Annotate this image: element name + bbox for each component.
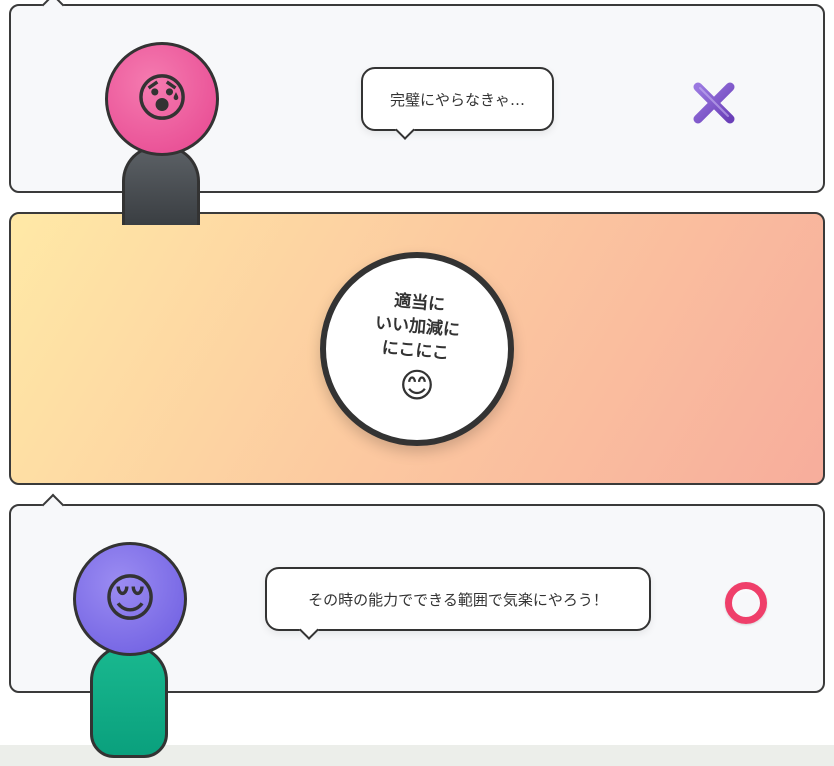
worried-face-avatar: 😰	[105, 42, 219, 156]
panel-notch	[41, 493, 65, 517]
relieved-face-avatar: 😌	[73, 542, 187, 656]
speech-text-top: 完璧にやらなきゃ…	[389, 90, 525, 109]
message-circle: 適当に いい加減に にこにこ 😊	[320, 252, 514, 446]
speech-text-bottom: その時の能力でできる範囲で気楽にやろう！	[308, 590, 608, 609]
cross-mark-icon	[693, 82, 735, 124]
speech-bubble-bottom: その時の能力でできる範囲で気楽にやろう！	[265, 567, 651, 640]
smiling-face-emoji: 😊	[399, 366, 435, 406]
circle-mark-icon	[725, 582, 767, 624]
relieved-face-emoji: 😌	[102, 569, 158, 629]
avatar-body-dark	[122, 145, 200, 225]
anxious-face-emoji: 😰	[134, 69, 190, 129]
avatar-body-green	[90, 645, 168, 758]
message-text: 適当に いい加減に にこにこ	[372, 287, 463, 366]
speech-bubble-top: 完璧にやらなきゃ…	[361, 67, 554, 140]
panel-notch	[41, 0, 65, 17]
